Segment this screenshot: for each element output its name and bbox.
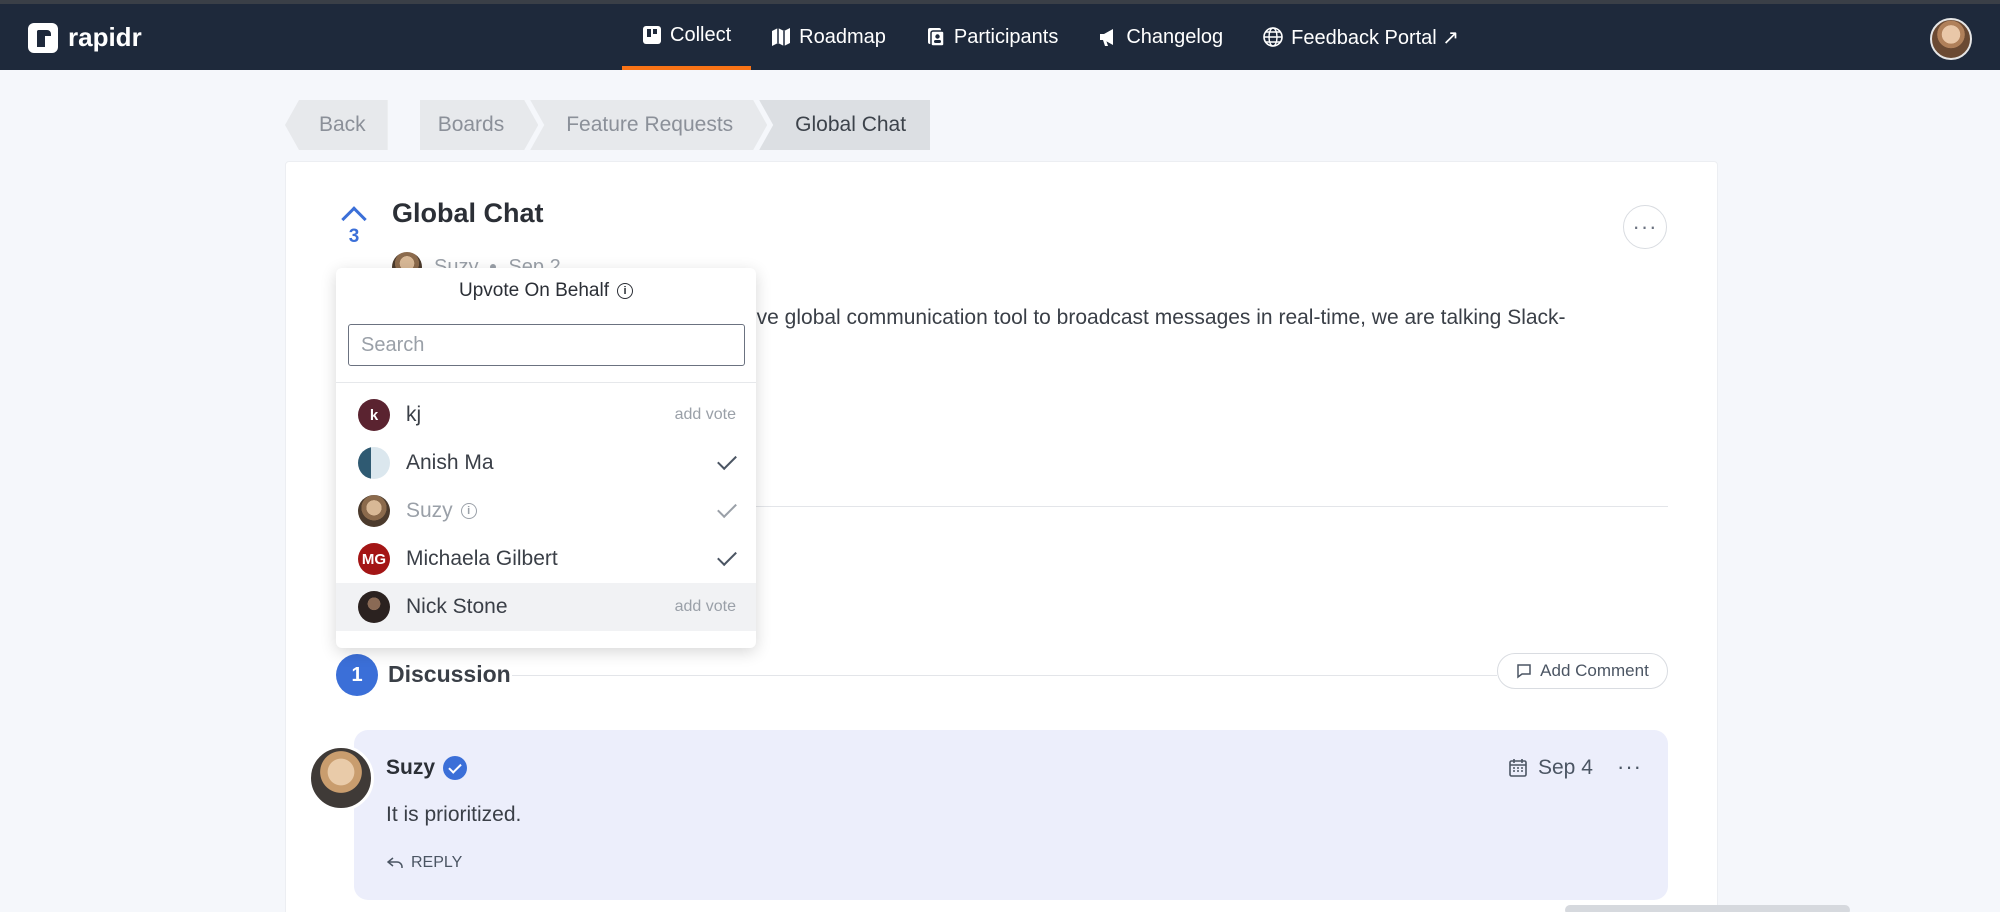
post-title: Global Chat [392, 198, 544, 228]
search-input[interactable] [348, 324, 745, 366]
list-item-michaela-gilbert[interactable]: MG Michaela Gilbert [336, 535, 756, 583]
add-comment-label: Add Comment [1540, 661, 1649, 680]
comment-author: Suzy [386, 756, 468, 780]
more-icon: ··· [1617, 754, 1642, 779]
comment-date: Sep 4 [1508, 756, 1593, 780]
nav-label: Feedback Portal ↗ [1291, 26, 1460, 49]
user-list: k kj add vote Anish Ma Suzy i MG Michael… [336, 391, 756, 631]
list-item-nick-stone[interactable]: Nick Stone add vote [336, 583, 756, 631]
back-button[interactable]: Back [285, 100, 388, 150]
avatar: MG [358, 543, 390, 575]
reply-icon [387, 857, 403, 868]
checkmark-icon [717, 546, 737, 567]
verified-badge-icon [443, 756, 468, 780]
comment-text: It is prioritized. [386, 803, 522, 826]
user-name: kj [406, 403, 659, 427]
floating-bar [1565, 905, 1850, 912]
list-item-suzy: Suzy i [336, 487, 756, 535]
divider [756, 506, 1668, 507]
popover-title: Upvote On Behalf [459, 280, 609, 301]
list-item-anish-ma[interactable]: Anish Ma [336, 439, 756, 487]
user-name-text: Anish Ma [406, 451, 494, 474]
comment-icon [1517, 664, 1531, 679]
breadcrumb-feature-requests[interactable]: Feature Requests [530, 100, 767, 150]
calendar-icon [1509, 759, 1527, 777]
logo-icon [28, 22, 58, 53]
map-icon [772, 28, 791, 46]
comment-author-name: Suzy [386, 756, 436, 779]
user-name: Michaela Gilbert [406, 547, 702, 571]
nav-label: Roadmap [799, 25, 886, 48]
reply-button[interactable]: REPLY [387, 854, 462, 872]
add-comment-button[interactable]: Add Comment [1497, 653, 1668, 689]
main-nav: Collect Roadmap Participants Changelog F… [622, 4, 1479, 70]
popover-header: Upvote On Behalf i [336, 280, 756, 302]
user-avatar[interactable] [1930, 18, 1972, 60]
avatar [358, 495, 390, 527]
board-icon [643, 26, 661, 44]
nav-participants[interactable]: Participants [906, 4, 1079, 70]
nav-label: Changelog [1126, 25, 1224, 48]
avatar [358, 591, 390, 623]
user-name-text: Michaela Gilbert [406, 547, 558, 570]
breadcrumb-boards[interactable]: Boards [420, 100, 539, 150]
post-description: ive global communication tool to broadca… [752, 306, 1566, 329]
avatar: k [358, 399, 390, 431]
breadcrumb-current: Global Chat [759, 100, 931, 150]
comment-author-avatar [308, 745, 374, 811]
discussion-count-badge: 1 [336, 654, 378, 696]
nav-label: Participants [953, 25, 1059, 48]
add-vote-button[interactable]: add vote [675, 598, 736, 616]
reply-label: REPLY [411, 854, 463, 871]
people-icon [927, 28, 945, 47]
avatar [358, 447, 390, 479]
user-name: Suzy i [406, 499, 702, 523]
top-navbar: rapidr Collect Roadmap Participants Chan… [0, 0, 2000, 70]
comment-date-text: Sep 4 [1538, 756, 1593, 779]
upvote-button[interactable]: 3 [339, 200, 369, 248]
comment [354, 730, 1668, 900]
nav-label: Collect [670, 23, 732, 46]
discussion-title: Discussion [388, 661, 511, 687]
popover-divider [336, 382, 756, 383]
user-name: Nick Stone [406, 595, 659, 619]
add-vote-button[interactable]: add vote [675, 406, 736, 424]
checkmark-icon [717, 498, 737, 519]
megaphone-icon [1100, 29, 1114, 46]
user-name: Anish Ma [406, 451, 702, 475]
more-icon: ··· [1632, 214, 1658, 239]
upvote-on-behalf-popover: Upvote On Behalf i k kj add vote Anish M… [336, 268, 756, 648]
brand-name: rapidr [68, 22, 142, 52]
globe-icon [1263, 27, 1283, 47]
info-icon[interactable]: i [460, 503, 477, 519]
breadcrumb: Back Boards Feature Requests Global Chat [285, 100, 936, 150]
nav-collect[interactable]: Collect [622, 4, 752, 70]
nav-changelog[interactable]: Changelog [1078, 4, 1243, 70]
post-more-button[interactable]: ··· [1623, 205, 1667, 249]
user-name-text: Nick Stone [406, 595, 508, 618]
comment-more-button[interactable]: ··· [1617, 754, 1642, 780]
user-name-text: Suzy [406, 499, 453, 522]
nav-feedback-portal[interactable]: Feedback Portal ↗ [1243, 4, 1479, 70]
brand-logo[interactable]: rapidr [28, 22, 142, 53]
nav-roadmap[interactable]: Roadmap [751, 4, 906, 70]
user-name-text: kj [406, 403, 422, 426]
list-item-kj[interactable]: k kj add vote [336, 391, 756, 439]
checkmark-icon [717, 450, 737, 471]
info-icon[interactable]: i [616, 283, 633, 299]
discussion-divider [512, 675, 1497, 676]
